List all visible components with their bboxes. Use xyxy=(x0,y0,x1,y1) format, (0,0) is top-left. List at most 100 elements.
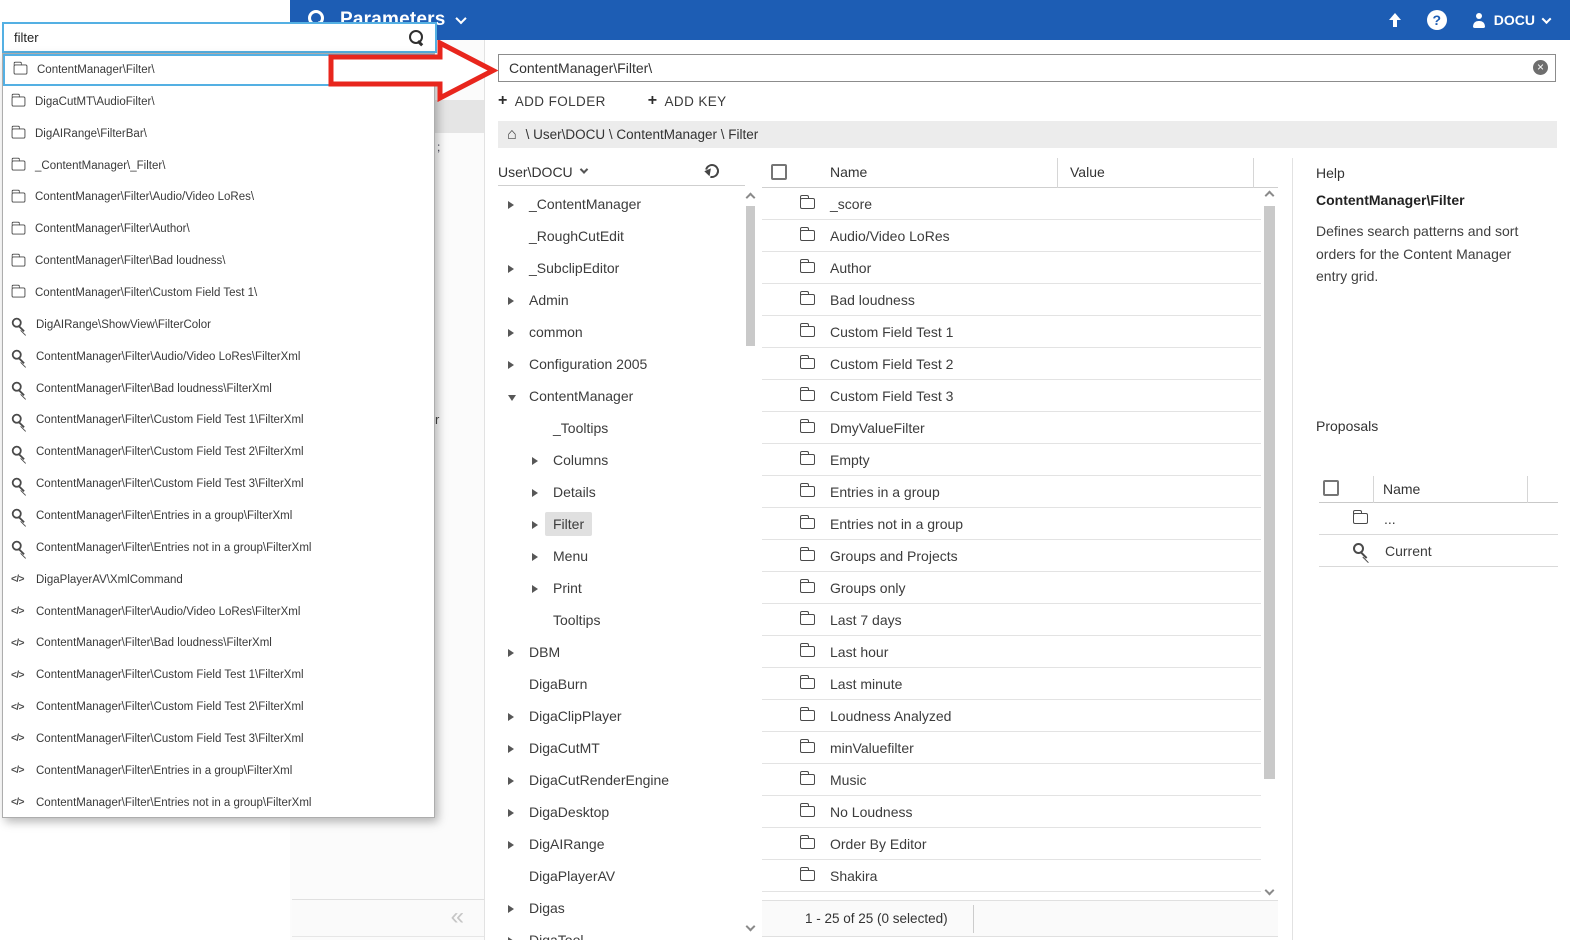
tree-root-selector[interactable]: User\DOCU xyxy=(498,158,745,186)
tree-item[interactable]: _Tooltips xyxy=(498,412,745,444)
tree-item[interactable]: Menu xyxy=(498,540,745,572)
proposals-column-name[interactable]: Name xyxy=(1383,481,1420,497)
expander-icon[interactable] xyxy=(508,932,520,940)
tree-item[interactable]: DigaCutMT xyxy=(498,732,745,764)
proposal-row[interactable]: ... xyxy=(1319,503,1558,535)
search-result-item[interactable]: ContentManager\Filter\Bad loudness\Filte… xyxy=(3,373,434,405)
search-result-item[interactable]: DigAIRange\ShowView\FilterColor xyxy=(3,309,434,341)
tree-item[interactable]: DigaPlayerAV xyxy=(498,860,745,892)
expander-icon[interactable] xyxy=(508,836,520,852)
expander-icon[interactable] xyxy=(508,900,520,916)
column-header-name[interactable]: Name xyxy=(830,164,867,180)
table-row[interactable]: Author xyxy=(762,252,1261,284)
tree-item[interactable]: DigaBurn xyxy=(498,668,745,700)
user-menu[interactable]: DOCU xyxy=(1472,12,1552,28)
scrollbar-thumb[interactable] xyxy=(1264,206,1275,779)
tree-item[interactable]: Filter xyxy=(498,508,745,540)
table-row[interactable]: Order By Editor xyxy=(762,828,1261,860)
table-row[interactable]: Loudness Analyzed xyxy=(762,700,1261,732)
collapse-panel-button[interactable]: « xyxy=(451,903,464,931)
tree-item[interactable]: Print xyxy=(498,572,745,604)
expander-icon[interactable] xyxy=(508,708,520,724)
table-row[interactable]: No Loudness xyxy=(762,796,1261,828)
table-row[interactable]: Entries not in a group xyxy=(762,508,1261,540)
path-input[interactable] xyxy=(498,54,1556,82)
table-row[interactable]: minValuefilter xyxy=(762,732,1261,764)
expander-icon[interactable] xyxy=(508,356,520,372)
expander-icon[interactable] xyxy=(508,644,520,660)
search-icon[interactable] xyxy=(408,29,425,46)
search-result-item[interactable]: ContentManager\Filter\Custom Field Test … xyxy=(3,659,434,691)
expander-icon[interactable] xyxy=(508,228,520,244)
table-row[interactable]: Custom Field Test 3 xyxy=(762,380,1261,412)
table-row[interactable]: Groups and Projects xyxy=(762,540,1261,572)
search-input[interactable] xyxy=(14,30,408,45)
expander-icon[interactable] xyxy=(508,388,520,404)
tree-item[interactable]: Columns xyxy=(498,444,745,476)
expander-icon[interactable] xyxy=(532,420,544,436)
search-box[interactable] xyxy=(2,22,437,53)
table-row[interactable]: Last hour xyxy=(762,636,1261,668)
table-row[interactable]: Music xyxy=(762,764,1261,796)
tree-item[interactable]: DBM xyxy=(498,636,745,668)
tree-item[interactable]: Configuration 2005 xyxy=(498,348,745,380)
tree-item[interactable]: _SubclipEditor xyxy=(498,252,745,284)
expander-icon[interactable] xyxy=(508,260,520,276)
table-row[interactable]: DmyValueFilter xyxy=(762,412,1261,444)
chevron-down-icon[interactable] xyxy=(454,12,467,25)
search-result-item[interactable]: DigaCutMT\AudioFilter\ xyxy=(3,86,434,118)
table-row[interactable]: Groups only xyxy=(762,572,1261,604)
tree-item[interactable]: DigaDesktop xyxy=(498,796,745,828)
proposal-row[interactable]: Current xyxy=(1319,535,1558,567)
tree-item[interactable]: common xyxy=(498,316,745,348)
expander-icon[interactable] xyxy=(508,804,520,820)
expander-icon[interactable] xyxy=(508,324,520,340)
search-result-item[interactable]: ContentManager\Filter\Entries not in a g… xyxy=(3,532,434,564)
table-row[interactable]: Entries in a group xyxy=(762,476,1261,508)
expander-icon[interactable] xyxy=(508,676,520,692)
search-result-item[interactable]: ContentManager\Filter\Entries in a group… xyxy=(3,500,434,532)
expander-icon[interactable] xyxy=(508,868,520,884)
search-result-item[interactable]: ContentManager\Filter\Custom Field Test … xyxy=(3,691,434,723)
expander-icon[interactable] xyxy=(532,548,544,564)
search-result-item[interactable]: ContentManager\Filter\Custom Field Test … xyxy=(3,277,434,309)
scroll-up-icon[interactable] xyxy=(745,192,756,203)
tree-scrollbar[interactable] xyxy=(744,188,758,940)
search-result-item[interactable]: ContentManager\Filter\Custom Field Test … xyxy=(3,404,434,436)
table-row[interactable]: _score xyxy=(762,188,1261,220)
tree-item[interactable]: DigaCutRenderEngine xyxy=(498,764,745,796)
up-arrow-icon[interactable] xyxy=(1388,12,1402,28)
expander-icon[interactable] xyxy=(532,580,544,596)
clear-icon[interactable] xyxy=(1533,60,1548,75)
search-result-item[interactable]: ContentManager\Filter\ xyxy=(3,54,434,86)
search-result-item[interactable]: DigaPlayerAV\XmlCommand xyxy=(3,564,434,596)
table-row[interactable]: Custom Field Test 1 xyxy=(762,316,1261,348)
add-key-button[interactable]: ADD KEY xyxy=(648,92,727,110)
search-result-item[interactable]: ContentManager\Filter\Bad loudness\ xyxy=(3,245,434,277)
search-result-item[interactable]: ContentManager\Filter\Custom Field Test … xyxy=(3,723,434,755)
tree-item[interactable]: Admin xyxy=(498,284,745,316)
select-all-checkbox[interactable] xyxy=(771,164,787,180)
search-result-item[interactable]: ContentManager\Filter\Audio/Video LoRes\… xyxy=(3,341,434,373)
search-result-item[interactable]: ContentManager\Filter\Audio/Video LoRes\… xyxy=(3,596,434,628)
table-row[interactable]: Bad loudness xyxy=(762,284,1261,316)
expander-icon[interactable] xyxy=(508,772,520,788)
column-header-value[interactable]: Value xyxy=(1070,164,1105,180)
home-icon[interactable] xyxy=(507,127,517,143)
table-row[interactable]: Custom Field Test 2 xyxy=(762,348,1261,380)
expander-icon[interactable] xyxy=(508,740,520,756)
tree-item[interactable]: Tooltips xyxy=(498,604,745,636)
search-result-item[interactable]: ContentManager\Filter\Audio/Video LoRes\ xyxy=(3,181,434,213)
breadcrumb[interactable]: \ User\DOCU \ ContentManager \ Filter xyxy=(498,121,1557,148)
proposals-select-all-checkbox[interactable] xyxy=(1323,480,1339,496)
search-result-item[interactable]: ContentManager\Filter\Entries in a group… xyxy=(3,755,434,787)
expander-icon[interactable] xyxy=(508,196,520,212)
table-row[interactable]: Last 7 days xyxy=(762,604,1261,636)
expander-icon[interactable] xyxy=(532,484,544,500)
scroll-up-icon[interactable] xyxy=(1264,190,1275,201)
table-scrollbar[interactable] xyxy=(1263,190,1277,896)
search-result-item[interactable]: ContentManager\Filter\Custom Field Test … xyxy=(3,436,434,468)
search-result-item[interactable]: ContentManager\Filter\Bad loudness\Filte… xyxy=(3,627,434,659)
table-row[interactable]: Last minute xyxy=(762,668,1261,700)
tree-item[interactable]: ContentManager xyxy=(498,380,745,412)
